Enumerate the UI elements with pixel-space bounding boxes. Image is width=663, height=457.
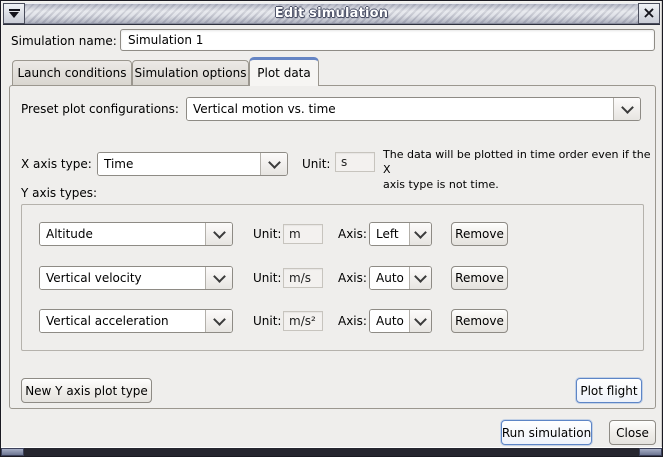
y-axis-type-value: Altitude [40,223,205,245]
window-title: Edit simulation [275,6,388,21]
chevron-down-icon [205,267,232,289]
title-bar: Edit simulation × [3,3,660,25]
tab-launch-conditions[interactable]: Launch conditions [12,60,132,85]
y-axis-type-value: Vertical acceleration [40,310,205,332]
window-menu-icon [9,9,20,19]
close-icon: × [642,5,655,21]
close-window-button[interactable]: × [638,3,660,24]
plot-flight-button[interactable]: Plot flight [576,378,642,403]
plot-flight-label: Plot flight [580,384,637,398]
x-axis-type-select[interactable]: Time [97,152,288,176]
y-axis-type-select[interactable]: Vertical velocity [39,266,233,290]
axis-label: Axis: [338,222,367,246]
unit-value: m/s² [283,311,323,331]
resize-corner-left[interactable] [1,448,24,456]
note-line: axis type is not time. [383,177,655,192]
axis-label: Axis: [338,266,367,290]
chevron-down-icon [409,223,431,245]
x-axis-unit-label: Unit: [302,152,330,176]
new-y-axis-label: New Y axis plot type [25,384,148,398]
chevron-down-icon [409,267,431,289]
axis-select[interactable]: Auto [369,266,432,290]
title-drag-area[interactable]: Edit simulation [25,3,638,24]
unit-value: m [283,224,323,244]
remove-label: Remove [455,227,504,241]
window-menu-button[interactable] [3,3,25,24]
tab-label: Plot data [257,66,310,80]
run-simulation-label: Run simulation [502,426,591,440]
chevron-down-icon [409,310,431,332]
tab-label: Simulation options [135,66,247,80]
y-axis-type-select[interactable]: Altitude [39,222,233,246]
tab-label: Launch conditions [17,66,126,80]
edit-simulation-dialog: Edit simulation × Simulation name: Simul… [0,0,663,457]
axis-select[interactable]: Left [369,222,432,246]
remove-button[interactable]: Remove [451,309,508,333]
x-axis-type-value: Time [98,153,260,175]
y-axis-row-1: Altitude Unit: m Axis: Left Remove [1,222,663,246]
preset-configurations-select[interactable]: Vertical motion vs. time [186,97,641,121]
remove-button[interactable]: Remove [451,266,508,290]
y-axis-type-select[interactable]: Vertical acceleration [39,309,233,333]
axis-value: Left [370,223,409,245]
axis-label: Axis: [338,309,367,333]
chevron-down-icon [205,223,232,245]
resize-corner-right[interactable] [639,448,662,456]
y-axis-types-label: Y axis types: [21,183,97,203]
tab-simulation-options[interactable]: Simulation options [132,60,249,85]
simulation-name-input[interactable]: Simulation 1 [120,29,655,51]
unit-label: Unit: [253,222,281,246]
close-label: Close [616,426,649,440]
x-axis-type-label: X axis type: [21,152,92,176]
x-axis-unit-value: s [335,152,375,172]
unit-value: m/s [283,268,323,288]
chevron-down-icon [260,153,287,175]
simulation-name-label: Simulation name: [11,29,117,53]
unit-label: Unit: [253,309,281,333]
remove-label: Remove [455,314,504,328]
axis-value: Auto [370,267,409,289]
y-axis-row-2: Vertical velocity Unit: m/s Axis: Auto R… [1,266,663,290]
new-y-axis-plot-type-button[interactable]: New Y axis plot type [21,378,152,403]
remove-button[interactable]: Remove [451,222,508,246]
unit-label: Unit: [253,266,281,290]
chevron-down-icon [613,98,640,120]
chevron-down-icon [205,310,232,332]
window-bottom-frame [1,447,662,456]
axis-select[interactable]: Auto [369,309,432,333]
y-axis-type-value: Vertical velocity [40,267,205,289]
preset-configurations-label: Preset plot configurations: [21,97,179,121]
preset-configurations-value: Vertical motion vs. time [187,98,613,120]
close-button[interactable]: Close [609,420,656,445]
simulation-name-value: Simulation 1 [128,33,203,47]
axis-value: Auto [370,310,409,332]
tab-plot-data[interactable]: Plot data [249,57,319,86]
remove-label: Remove [455,271,504,285]
y-axis-row-3: Vertical acceleration Unit: m/s² Axis: A… [1,309,663,333]
run-simulation-button[interactable]: Run simulation [501,420,592,445]
